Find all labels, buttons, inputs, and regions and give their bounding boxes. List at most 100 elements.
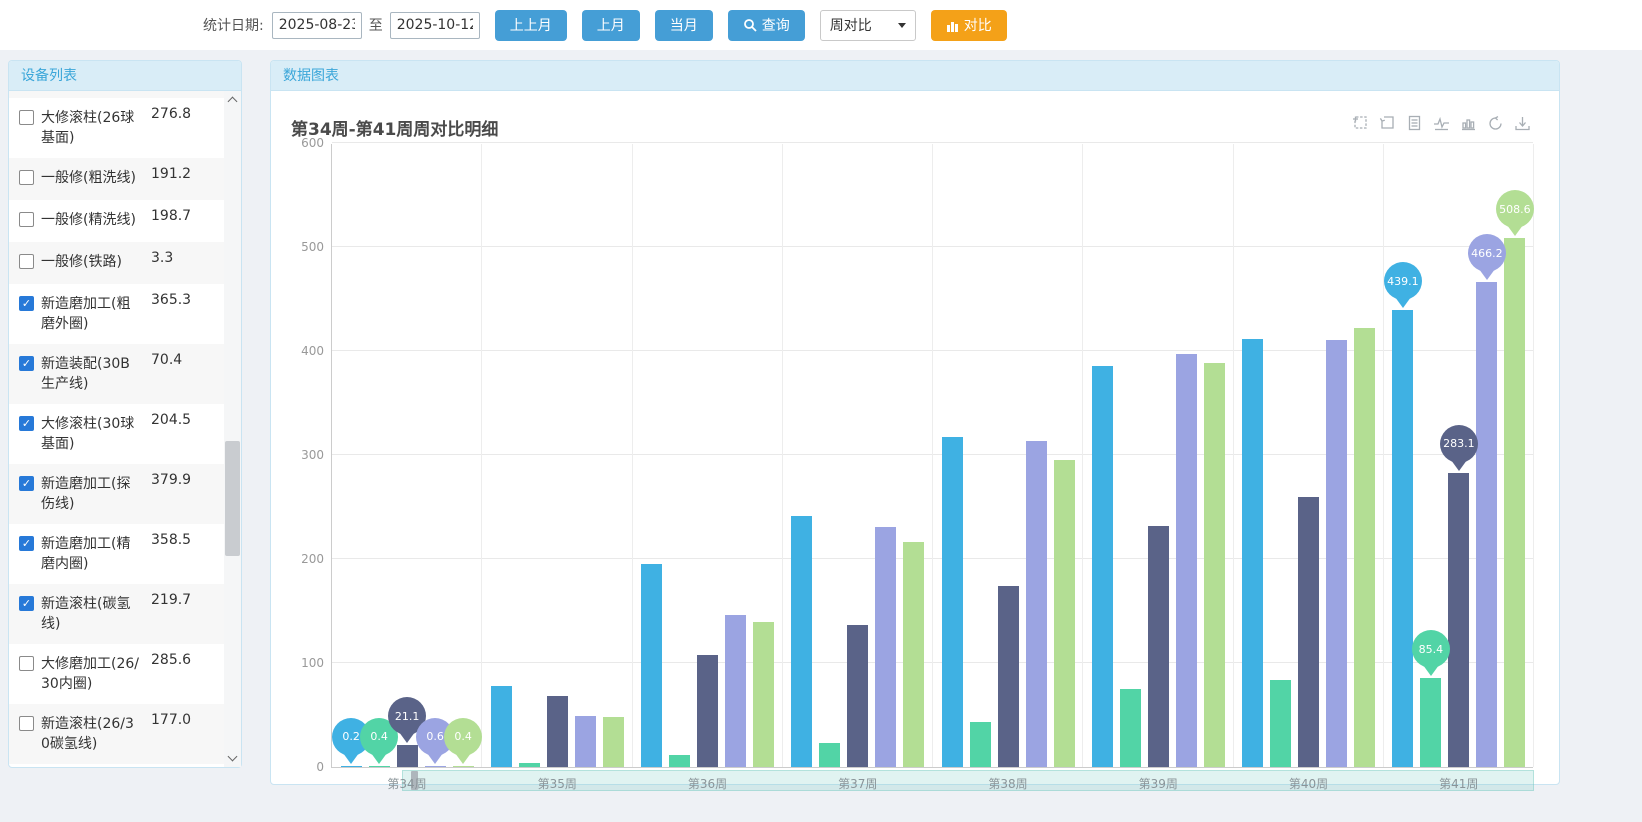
device-label: 新造滚柱(26/30碳氢线) <box>41 714 141 754</box>
device-value: 204.5 <box>151 412 191 428</box>
checkbox-checked-icon[interactable]: ✓ <box>19 356 34 371</box>
checkbox-checked-icon[interactable]: ✓ <box>19 476 34 491</box>
pin-marker-value: 21.1 <box>395 710 420 723</box>
scroll-up-button[interactable] <box>224 91 241 108</box>
restore-icon[interactable] <box>1487 115 1504 132</box>
device-value: 191.2 <box>151 166 191 182</box>
bar-第35周-s5 <box>603 717 624 767</box>
pin-marker: 439.1 <box>1384 262 1422 300</box>
pin-marker-tail <box>399 732 415 743</box>
clipped-row <box>9 91 224 98</box>
device-row[interactable]: ✓新造磨加工(粗磨外圈)365.3 <box>9 284 224 344</box>
bar-第41周-s5 <box>1504 238 1525 767</box>
checkbox-unchecked-icon[interactable] <box>19 212 34 227</box>
bar-第34周-s3 <box>397 745 418 767</box>
bar-第37周-s4 <box>875 527 896 767</box>
device-row[interactable]: 大修滚柱(26球基面)276.8 <box>9 98 224 158</box>
y-axis-tick-label: 200 <box>284 552 324 566</box>
current-month-button[interactable]: 当月 <box>655 10 713 41</box>
chart-body: 第34周-第41周周对比明细 0100200300 <box>271 91 1559 784</box>
date-from-input[interactable] <box>272 12 362 39</box>
device-list-header: 设备列表 <box>9 61 241 91</box>
device-row[interactable]: ✓新造磨加工(精磨内圈)358.5 <box>9 524 224 584</box>
device-row[interactable]: ✓新造滚柱(碳氢线)219.7 <box>9 584 224 644</box>
pin-marker-value: 0.2 <box>342 730 360 743</box>
top-toolbar: 统计日期: 至 上上月 上月 当月 查询 周对比 对比 <box>0 0 1642 50</box>
device-list-scrollbar[interactable] <box>224 91 241 767</box>
zoom-reset-icon[interactable] <box>1379 115 1396 132</box>
y-axis-tick-label: 300 <box>284 448 324 462</box>
device-list-panel: 设备列表 大修滚柱(26球基面)276.8 一般修(粗洗线) 191.2 一般修(精洗… <box>8 60 242 768</box>
device-row[interactable]: 大修磨加工(26/30内圈)285.6 <box>9 644 224 704</box>
query-button[interactable]: 查询 <box>728 10 805 41</box>
bar-第40周-s1 <box>1242 339 1263 767</box>
checkbox-checked-icon[interactable]: ✓ <box>19 596 34 611</box>
prev2-month-button[interactable]: 上上月 <box>495 10 567 41</box>
bar-第36周-s5 <box>753 622 774 767</box>
y-axis-tick-label: 400 <box>284 344 324 358</box>
data-view-icon[interactable] <box>1406 115 1423 132</box>
bar-第41周-s4 <box>1476 282 1497 767</box>
bar-第36周-s4 <box>725 615 746 767</box>
device-value: 365.3 <box>151 292 191 308</box>
device-label: 一般修(粗洗线) <box>41 168 141 188</box>
bar-chart-toggle-icon[interactable] <box>1460 115 1477 132</box>
device-value: 198.7 <box>151 208 191 224</box>
bar-第39周-s3 <box>1148 526 1169 767</box>
bar-第38周-s2 <box>970 722 991 767</box>
pin-marker: 283.1 <box>1440 425 1478 463</box>
bar-第40周-s4 <box>1326 340 1347 767</box>
date-range-label: 统计日期: <box>203 15 264 35</box>
checkbox-checked-icon[interactable]: ✓ <box>19 296 34 311</box>
bar-第41周-s2 <box>1420 678 1441 767</box>
prev-month-button[interactable]: 上月 <box>582 10 640 41</box>
device-label: 大修滚柱(26球基面) <box>41 108 141 148</box>
area-zoom-icon[interactable] <box>1352 115 1369 132</box>
x-axis-tick-label: 第40周 <box>1234 775 1384 792</box>
checkbox-checked-icon[interactable]: ✓ <box>19 416 34 431</box>
pin-marker-tail <box>343 753 359 764</box>
download-icon[interactable] <box>1514 115 1531 132</box>
device-label: 新造滚柱(碳氢线) <box>41 594 141 634</box>
x-axis-tick-label: 第37周 <box>783 775 933 792</box>
bar-第37周-s2 <box>819 743 840 767</box>
checkbox-unchecked-icon[interactable] <box>19 716 34 731</box>
bar-chart-icon <box>946 19 959 32</box>
date-to-input[interactable] <box>390 12 480 39</box>
device-row[interactable]: 新造滚柱(26/30碳氢线)177.0 <box>9 704 224 764</box>
checkbox-checked-icon[interactable]: ✓ <box>19 536 34 551</box>
checkbox-unchecked-icon[interactable] <box>19 656 34 671</box>
y-axis-tick-label: 100 <box>284 656 324 670</box>
device-value: 285.6 <box>151 652 191 668</box>
device-row[interactable]: ✓新造装配(30B生产线)70.4 <box>9 344 224 404</box>
search-icon <box>743 18 757 32</box>
bar-第37周-s3 <box>847 625 868 767</box>
device-row[interactable]: 一般修(精洗线)198.7 <box>9 200 224 242</box>
chart-toolbox <box>1352 115 1531 132</box>
checkbox-unchecked-icon[interactable] <box>19 254 34 269</box>
y-axis-tick-label: 500 <box>284 240 324 254</box>
pin-marker-value: 439.1 <box>1387 275 1419 288</box>
checkbox-unchecked-icon[interactable] <box>19 170 34 185</box>
chevron-down-icon <box>228 752 238 762</box>
device-row[interactable]: ✓新造磨加工(探伤线)379.9 <box>9 464 224 524</box>
bar-第40周-s3 <box>1298 497 1319 767</box>
bar-chart-plot: 0100200300400500600第34周第35周第36周第37周第38周第… <box>331 144 1533 768</box>
scroll-down-button[interactable] <box>224 750 241 767</box>
scrollbar-thumb[interactable] <box>225 441 240 556</box>
compare-mode-select[interactable]: 周对比 <box>820 10 916 41</box>
compare-button[interactable]: 对比 <box>931 10 1007 41</box>
device-row[interactable]: 一般修(铁路)3.3 <box>9 242 224 284</box>
y-axis-tick-label: 0 <box>284 760 324 774</box>
bar-第35周-s2 <box>519 763 540 767</box>
line-chart-toggle-icon[interactable] <box>1433 115 1450 132</box>
x-axis-tick-label: 第39周 <box>1083 775 1233 792</box>
bar-第36周-s1 <box>641 564 662 767</box>
checkbox-unchecked-icon[interactable] <box>19 110 34 125</box>
compare-mode-value: 周对比 <box>830 15 872 35</box>
y-axis-tick-label: 600 <box>284 136 324 150</box>
query-button-label: 查询 <box>762 15 790 35</box>
device-row[interactable]: 一般修(粗洗线) 191.2 <box>9 158 224 200</box>
bar-第36周-s3 <box>697 655 718 767</box>
device-row[interactable]: ✓大修滚柱(30球基面)204.5 <box>9 404 224 464</box>
